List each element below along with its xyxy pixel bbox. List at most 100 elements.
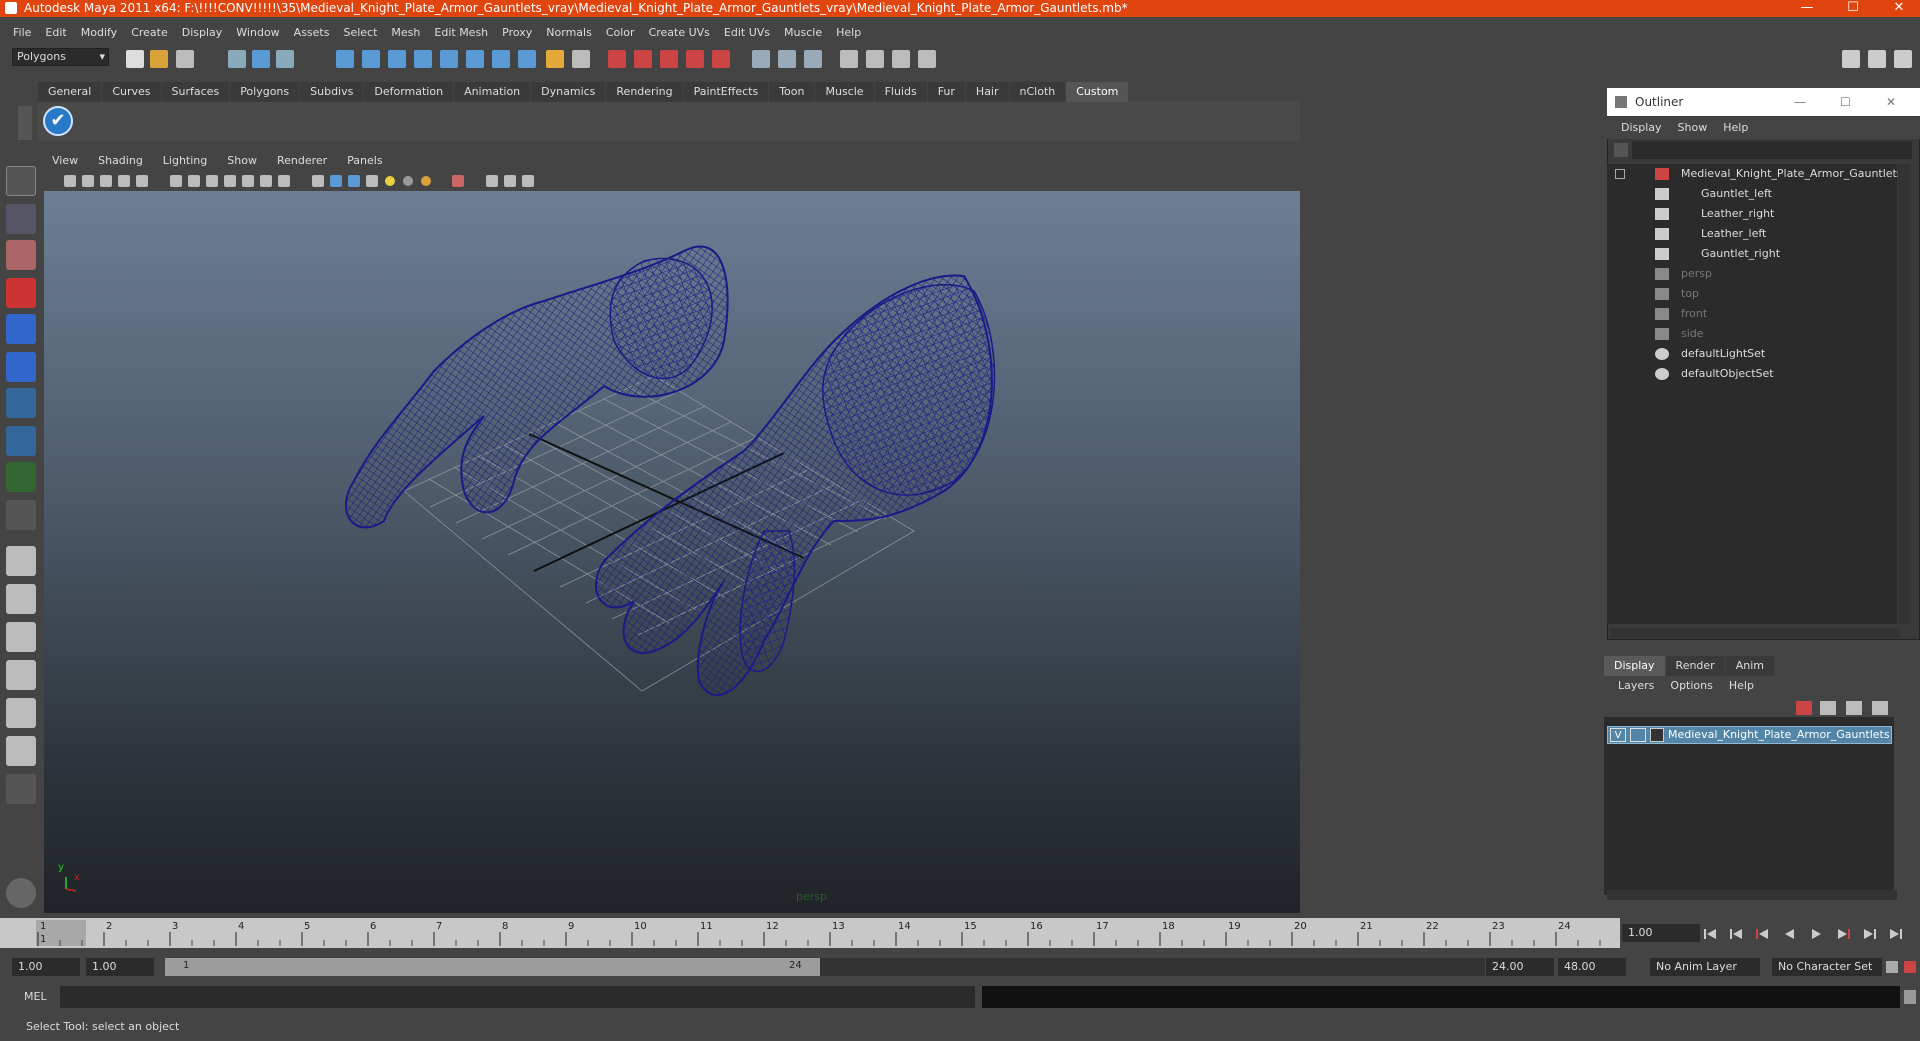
menu-edit[interactable]: Edit [38,22,73,44]
menu-help[interactable]: Help [829,22,868,44]
tool-settings-icon[interactable] [804,50,822,68]
range-slider[interactable]: 1 24 [165,958,1485,976]
shelf-tab-fur[interactable]: Fur [927,82,965,102]
viewport-menu-panels[interactable]: Panels [337,151,392,171]
hotbox-icon[interactable] [6,878,36,908]
anim-layer-dropdown[interactable]: No Anim Layer [1650,958,1760,976]
command-input[interactable] [60,986,975,1008]
new-empty-layer-icon[interactable] [1820,701,1836,715]
menu-mesh[interactable]: Mesh [384,22,427,44]
close-button[interactable]: ✕ [1876,0,1920,17]
toggle-tool-settings-icon[interactable] [1894,50,1912,68]
script-editor-icon[interactable] [1904,990,1916,1004]
outliner-item-default-object-set[interactable]: defaultObjectSet [1607,364,1897,384]
menu-assets[interactable]: Assets [287,22,337,44]
menu-modify[interactable]: Modify [74,22,124,44]
scene-end-field[interactable]: 48.00 [1558,958,1626,976]
graph-layout-icon[interactable] [6,660,36,690]
render-current-icon[interactable] [608,50,626,68]
universal-manip-icon[interactable] [6,388,36,418]
help-icon[interactable] [518,50,536,68]
outliner-item-leather-right[interactable]: Leather_right [1607,204,1897,224]
menu-muscle[interactable]: Muscle [777,22,829,44]
character-set-dropdown[interactable]: No Character Set [1772,958,1882,976]
menu-normals[interactable]: Normals [539,22,599,44]
dope-sheet-icon[interactable] [918,50,936,68]
viewport-toolbar-icons[interactable] [42,171,562,191]
outliner-item-gauntlet-right[interactable]: Gauntlet_right [1607,244,1897,264]
four-pane-layout-icon[interactable] [6,584,36,614]
shelf-tab-subdivs[interactable]: Subdivs [300,82,364,102]
outliner-item-front[interactable]: front [1607,304,1897,324]
lasso-tool-icon[interactable] [6,204,36,234]
outliner-layout-icon[interactable] [6,622,36,652]
outliner-search-input[interactable] [1632,141,1912,159]
shelf-tab-general[interactable]: General [38,82,102,102]
shelf-tab-surfaces[interactable]: Surfaces [161,82,230,102]
time-slider[interactable]: 1 2 3 4 5 6 7 8 9 10 11 12 13 14 15 16 17 18 19 20 21 22 23 24 1 [0,918,1620,948]
outliner-maximize-button[interactable]: ☐ [1840,88,1851,116]
render-view-icon[interactable] [712,50,730,68]
viewport-menu-lighting[interactable]: Lighting [153,151,217,171]
viewport-menu-renderer[interactable]: Renderer [267,151,337,171]
layout-icon[interactable] [840,50,858,68]
outliner-close-button[interactable]: ✕ [1886,88,1896,116]
snap-curve-icon[interactable] [362,50,380,68]
new-scene-icon[interactable] [126,50,144,68]
menu-file[interactable]: File [6,22,38,44]
shelf-tab-ncloth[interactable]: nCloth [1009,82,1066,102]
snap-view-plane-icon[interactable] [414,50,432,68]
remove-from-layer-icon[interactable] [1872,701,1888,715]
toggle-attr-editor-icon[interactable] [1842,50,1860,68]
graph-editor-icon[interactable] [892,50,910,68]
check-icon[interactable]: ✔ [43,106,73,136]
layer-display-type-toggle[interactable] [1630,728,1646,742]
paint-select-tool-icon[interactable] [6,240,36,270]
outliner-vertical-scrollbar[interactable] [1898,164,1910,624]
selection-mask-icon[interactable] [572,50,590,68]
layer-tab-anim[interactable]: Anim [1725,656,1774,676]
shelf-tab-curves[interactable]: Curves [102,82,161,102]
lock-icon[interactable] [546,50,564,68]
layer-menu-help[interactable]: Help [1721,676,1762,696]
shelf-tab-hair[interactable]: Hair [965,82,1009,102]
playback-end-field[interactable]: 24.00 [1486,958,1554,976]
menu-set-dropdown[interactable]: Polygons ▾ [12,48,109,66]
collapse-icon[interactable] [1615,169,1625,179]
outliner-item-default-light-set[interactable]: defaultLightSet [1607,344,1897,364]
channel-box-icon[interactable] [752,50,770,68]
layer-menu-options[interactable]: Options [1662,676,1720,696]
move-tool-icon[interactable] [6,278,36,308]
select-component-icon[interactable] [276,50,294,68]
playback-start-field[interactable]: 1.00 [86,958,154,976]
layer-menu-layers[interactable]: Layers [1610,676,1662,696]
outliner-menu-help[interactable]: Help [1715,117,1756,139]
shelf-tab-dynamics[interactable]: Dynamics [531,82,606,102]
layer-tab-render[interactable]: Render [1665,656,1725,676]
auto-key-icon[interactable] [1886,961,1898,973]
menu-select[interactable]: Select [336,22,384,44]
layer-color-swatch[interactable] [1650,728,1664,742]
rotate-tool-icon[interactable] [6,314,36,344]
soft-mod-icon[interactable] [6,426,36,456]
menu-create-uvs[interactable]: Create UVs [642,22,717,44]
viewport-menu-shading[interactable]: Shading [88,151,153,171]
menu-color[interactable]: Color [599,22,642,44]
perspective-viewport[interactable]: y x persp [44,191,1300,913]
viewport-menu-view[interactable]: View [42,151,88,171]
last-tool-icon[interactable] [6,500,36,530]
layer-visibility-toggle[interactable]: V [1610,728,1626,742]
ipr-render-icon[interactable] [634,50,652,68]
shelf-tab-rendering[interactable]: Rendering [606,82,683,102]
input-ops-icon[interactable] [492,50,510,68]
shelf-menu-icon[interactable] [18,106,32,140]
outliner-toggle-icon[interactable] [866,50,884,68]
shelf-tab-deformation[interactable]: Deformation [364,82,454,102]
animation-preferences-icon[interactable] [1904,961,1916,973]
shelf-tab-animation[interactable]: Animation [454,82,531,102]
menu-edit-uvs[interactable]: Edit UVs [717,22,777,44]
layer-tab-display[interactable]: Display [1604,656,1665,676]
range-slider-handle[interactable]: 1 24 [165,958,820,976]
select-object-icon[interactable] [252,50,270,68]
make-live-icon[interactable] [440,50,458,68]
